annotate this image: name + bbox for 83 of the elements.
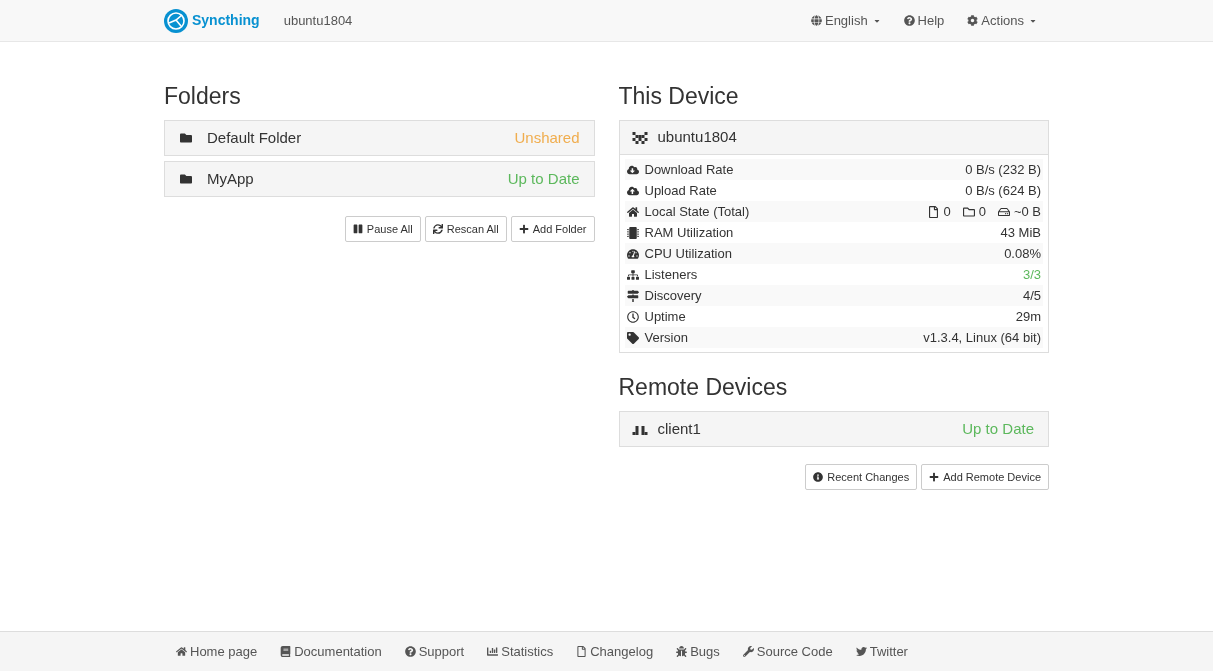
home-icon: [176, 646, 187, 657]
stat-value: 0: [943, 202, 951, 221]
footer-link[interactable]: Support: [404, 641, 465, 662]
pause-icon: [352, 224, 363, 234]
cloud-download-icon: [626, 163, 639, 176]
bar-chart-icon: [487, 646, 499, 657]
stat-label: Upload Rate: [644, 181, 717, 200]
stat-value: 0.08%: [1004, 244, 1041, 263]
logo-icon: [164, 8, 188, 33]
stat-label: CPU Utilization: [644, 244, 732, 263]
device-name: ubuntu1804: [283, 11, 353, 30]
section-title: Folders: [164, 82, 242, 110]
clock-icon: [626, 310, 639, 323]
stat-value: 4/5: [1022, 286, 1041, 305]
file-icon: [928, 205, 940, 218]
toolbar-button[interactable]: Rescan All: [424, 216, 507, 242]
help-icon: [404, 646, 416, 657]
signpost-icon: [626, 289, 639, 302]
stat-label: Discovery: [644, 286, 702, 305]
footer-link[interactable]: Twitter: [855, 641, 908, 662]
footer-link[interactable]: Statistics: [487, 641, 554, 662]
identicon-icon: [631, 131, 648, 144]
refresh-icon: [432, 224, 443, 234]
nav-menu-item[interactable]: English: [810, 10, 881, 31]
stat-value: 43 MiB: [1000, 223, 1041, 242]
stat-label: Uptime: [644, 307, 686, 326]
stat-value: ~0 B: [1013, 202, 1041, 221]
folder-icon: [962, 205, 975, 218]
wrench-icon: [742, 646, 754, 657]
footer-link[interactable]: Source Code: [742, 641, 833, 662]
stat-value: 0 B/s (232 B): [965, 160, 1041, 179]
footer-link[interactable]: Home page: [176, 641, 258, 662]
section-title: Remote Devices: [618, 373, 789, 401]
device-name: ubuntu1804: [657, 127, 737, 148]
footer-link[interactable]: Documentation: [280, 641, 382, 662]
toolbar-button[interactable]: Recent Changes: [805, 464, 918, 490]
stat-label: Local State (Total): [644, 202, 750, 221]
section-title: This Device: [618, 82, 740, 110]
drive-icon: [997, 205, 1010, 218]
identicon-icon: [631, 423, 648, 435]
stat-label: Listeners: [644, 265, 698, 284]
home-icon: [626, 205, 639, 218]
stat-value: 0: [978, 202, 986, 221]
folder-status: Up to Date: [507, 168, 580, 189]
stat-label: Version: [644, 328, 688, 347]
plus-icon: [929, 472, 940, 482]
device-panel[interactable]: client1 Up to Date: [618, 411, 1049, 447]
info-icon: [813, 472, 824, 482]
folder-name: MyApp: [207, 168, 254, 189]
help-icon: [903, 15, 915, 26]
file-icon: [576, 646, 588, 657]
stat-value: 0 B/s (624 B): [965, 181, 1041, 200]
stat-value: 3/3: [1022, 265, 1041, 284]
plus-icon: [518, 224, 529, 234]
gauge-icon: [626, 247, 639, 260]
sitemap-icon: [626, 268, 639, 281]
toolbar-button[interactable]: Pause All: [344, 216, 421, 242]
stat-label: Download Rate: [644, 160, 734, 179]
book-icon: [280, 646, 292, 657]
nav-menu-item[interactable]: Actions: [967, 10, 1037, 31]
globe-icon: [810, 15, 822, 26]
nav-menu-item[interactable]: Help: [903, 10, 945, 31]
stat-label: RAM Utilization: [644, 223, 734, 242]
chip-icon: [626, 226, 639, 239]
toolbar-button[interactable]: Add Remote Device: [921, 464, 1049, 490]
bug-icon: [676, 646, 688, 657]
folder-status: Unshared: [514, 127, 580, 148]
footer-link[interactable]: Changelog: [576, 641, 654, 662]
folder-name: Default Folder: [207, 127, 302, 148]
folder-icon: [179, 132, 193, 144]
footer-link[interactable]: Bugs: [676, 641, 720, 662]
toolbar-button[interactable]: Add Folder: [510, 216, 595, 242]
cloud-upload-icon: [626, 184, 639, 197]
folder-icon: [179, 173, 193, 185]
stat-value: v1.3.4, Linux (64 bit): [923, 328, 1041, 347]
folder-panel[interactable]: MyApp Up to Date: [164, 161, 595, 197]
stat-value: 29m: [1015, 307, 1041, 326]
settings-icon: [967, 15, 979, 26]
bird-icon: [855, 646, 867, 657]
folder-panel[interactable]: Default Folder Unshared: [164, 120, 595, 156]
device-status: Up to Date: [962, 418, 1034, 439]
device-name: client1: [657, 418, 701, 439]
tag-icon: [626, 331, 639, 344]
